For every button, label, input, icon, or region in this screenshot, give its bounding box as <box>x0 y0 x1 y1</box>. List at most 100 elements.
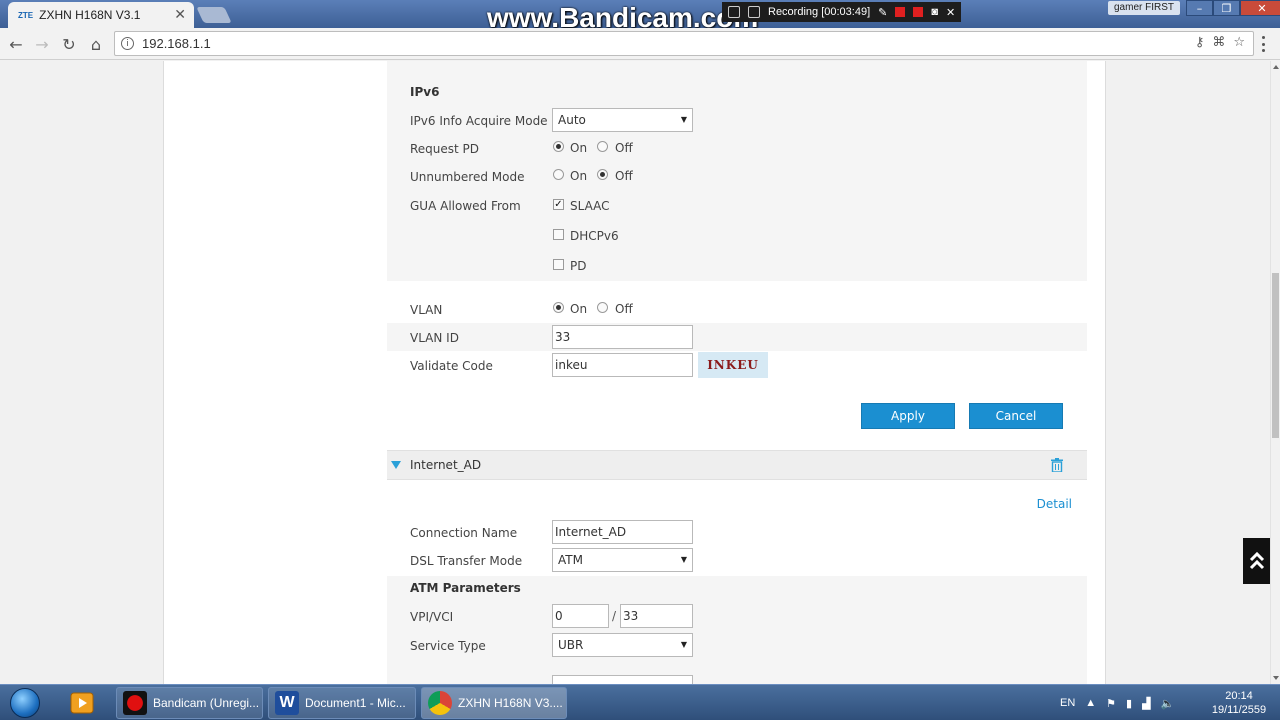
vlan-on-radio[interactable] <box>553 302 564 313</box>
star-icon[interactable]: ☆ <box>1233 35 1245 50</box>
word-icon: W <box>275 691 299 715</box>
internet-ad-accordion-header[interactable]: Internet_AD <box>387 450 1087 480</box>
menu-icon[interactable] <box>1262 36 1266 52</box>
close-tab-icon[interactable]: ✕ <box>174 7 186 23</box>
tab-title: ZXHN H168N V3.1 <box>39 8 141 22</box>
window-icon[interactable] <box>728 6 740 18</box>
gua-slaac-label: SLAAC <box>570 199 610 213</box>
request-pd-on-radio[interactable] <box>553 141 564 152</box>
browser-titlebar: ZTE ZXHN H168N V3.1 ✕ www.Bandicam.com R… <box>0 0 1280 33</box>
unnumbered-off-label: Off <box>615 169 633 183</box>
action-center-icon[interactable]: ⚑ <box>1106 697 1116 710</box>
back-to-top-button[interactable] <box>1243 538 1270 584</box>
acquire-mode-value: Auto <box>558 113 586 127</box>
service-type-value: UBR <box>558 638 584 652</box>
taskbar-clock[interactable]: 20:14 19/11/2559 <box>1206 689 1272 717</box>
page-viewport: IPv6 IPv6 Info Acquire Mode Auto ▼ Reque… <box>0 61 1270 684</box>
stop-record-icon[interactable] <box>913 7 924 17</box>
unnumbered-label: Unnumbered Mode <box>410 170 525 184</box>
restore-icon[interactable]: ❐ <box>1213 0 1240 16</box>
webcam-icon[interactable] <box>748 6 760 18</box>
network-icon[interactable]: ▟ <box>1142 697 1150 710</box>
vlan-id-row-bg <box>387 323 1087 351</box>
trash-icon[interactable] <box>1051 458 1063 472</box>
connection-name-input[interactable]: Internet_AD <box>552 520 693 544</box>
close-window-icon[interactable]: ✕ <box>1240 0 1280 16</box>
gua-pd-checkbox[interactable] <box>553 259 564 270</box>
window-controls: – ❐ ✕ <box>1186 0 1280 16</box>
back-arrow-icon[interactable]: ← <box>6 34 26 54</box>
apply-button[interactable]: Apply <box>861 403 955 429</box>
expand-arrow-icon[interactable] <box>391 461 401 469</box>
detail-link[interactable]: Detail <box>1037 497 1072 511</box>
vlan-off-radio[interactable] <box>597 302 608 313</box>
camera-icon[interactable]: ◙ <box>931 6 938 18</box>
minimize-icon[interactable]: – <box>1186 0 1213 16</box>
url-text: 192.168.1.1 <box>142 36 211 51</box>
scrollbar-thumb[interactable] <box>1272 273 1279 438</box>
vlan-id-label: VLAN ID <box>410 331 459 345</box>
next-field-select[interactable] <box>552 675 693 684</box>
taskbar-item-word[interactable]: W Document1 - Mic... <box>268 687 416 719</box>
vci-input[interactable]: 33 <box>620 604 693 628</box>
info-icon[interactable]: i <box>121 37 134 50</box>
gua-pd-label: PD <box>570 259 587 273</box>
cancel-button[interactable]: Cancel <box>969 403 1063 429</box>
profile-badge[interactable]: gamer FIRST <box>1108 1 1181 15</box>
acquire-mode-select[interactable]: Auto ▼ <box>552 108 693 132</box>
connection-name-label: Connection Name <box>410 526 518 540</box>
chevron-down-icon: ▼ <box>680 640 687 649</box>
pause-record-icon[interactable] <box>895 7 906 17</box>
validate-code-input[interactable]: inkeu <box>552 353 693 377</box>
gua-dhcpv6-checkbox[interactable] <box>553 229 564 240</box>
reload-icon[interactable]: ↻ <box>59 34 79 54</box>
home-icon[interactable]: ⌂ <box>86 34 106 54</box>
language-indicator[interactable]: EN <box>1060 697 1075 709</box>
key-icon[interactable]: ⚷ <box>1195 35 1205 50</box>
start-button[interactable] <box>4 686 46 720</box>
close-recorder-icon[interactable]: ✕ <box>946 6 955 19</box>
page-scrollbar[interactable] <box>1270 61 1280 684</box>
battery-icon[interactable]: ▮ <box>1126 697 1132 710</box>
scroll-down-icon[interactable] <box>1273 676 1279 680</box>
windows-taskbar: Bandicam (Unregi... W Document1 - Mic...… <box>0 684 1280 720</box>
taskbar-item-label: Document1 - Mic... <box>305 696 406 710</box>
taskbar-item-label: Bandicam (Unregi... <box>153 696 260 710</box>
translate-icon[interactable]: ⌘ <box>1212 35 1225 50</box>
tray-expand-icon[interactable]: ▲ <box>1085 697 1096 709</box>
recording-bar: Recording [00:03:49] ✎ ◙ ✕ <box>722 2 962 22</box>
vpivci-separator: / <box>612 609 617 623</box>
taskbar-item-bandicam[interactable]: Bandicam (Unregi... <box>116 687 263 719</box>
browser-tab[interactable]: ZTE ZXHN H168N V3.1 ✕ <box>8 2 194 28</box>
address-bar[interactable]: i 192.168.1.1 ⚷ ⌘ ☆ <box>114 31 1254 56</box>
taskbar-item-chrome[interactable]: ZXHN H168N V3.... <box>421 687 567 719</box>
bandicam-icon <box>123 691 147 715</box>
vpi-input[interactable]: 0 <box>552 604 609 628</box>
acquire-mode-label: IPv6 Info Acquire Mode <box>410 114 548 128</box>
media-player-icon[interactable] <box>62 688 102 718</box>
chrome-icon <box>428 691 452 715</box>
ipv6-heading: IPv6 <box>410 85 440 99</box>
request-pd-off-radio[interactable] <box>597 141 608 152</box>
vlan-label: VLAN <box>410 303 443 317</box>
dsl-mode-value: ATM <box>558 553 583 567</box>
unnumbered-on-radio[interactable] <box>553 169 564 180</box>
gua-slaac-checkbox[interactable]: ✓ <box>553 199 564 210</box>
forward-arrow-icon[interactable]: → <box>32 34 52 54</box>
wan-config-panel: IPv6 IPv6 Info Acquire Mode Auto ▼ Reque… <box>387 61 1087 684</box>
vlan-off-label: Off <box>615 302 633 316</box>
validate-code-label: Validate Code <box>410 359 493 373</box>
chevron-down-icon: ▼ <box>680 555 687 564</box>
scroll-up-icon[interactable] <box>1273 65 1279 69</box>
pencil-icon[interactable]: ✎ <box>878 6 887 19</box>
vlan-id-input[interactable]: 33 <box>552 325 693 349</box>
unnumbered-off-radio[interactable] <box>597 169 608 180</box>
dsl-mode-select[interactable]: ATM ▼ <box>552 548 693 572</box>
new-tab-button[interactable] <box>196 7 232 23</box>
request-pd-off-label: Off <box>615 141 633 155</box>
captcha-image[interactable]: INKEU <box>698 352 768 378</box>
clock-time: 20:14 <box>1225 690 1253 702</box>
volume-icon[interactable]: 🔈 <box>1161 697 1175 710</box>
service-type-select[interactable]: UBR ▼ <box>552 633 693 657</box>
chevron-down-icon: ▼ <box>680 115 687 124</box>
